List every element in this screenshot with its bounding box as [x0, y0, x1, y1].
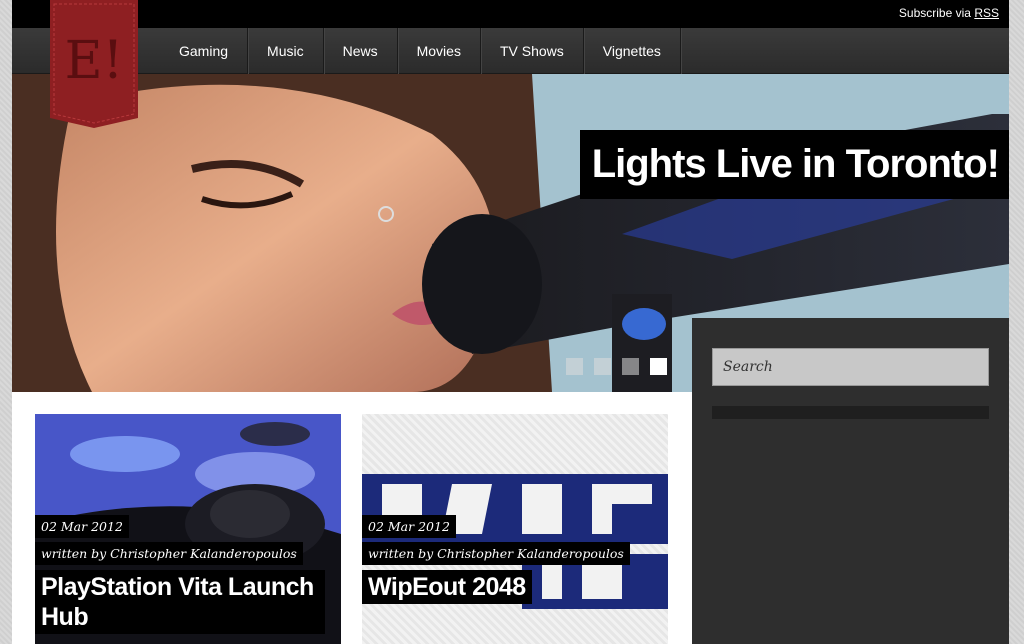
main-nav: Gaming Music News Movies TV Shows Vignet…: [12, 28, 1009, 74]
nav-item-music[interactable]: Music: [248, 28, 324, 74]
sidebar: [692, 318, 1009, 644]
post-date: 02 Mar 2012: [362, 515, 456, 538]
post-title[interactable]: PlayStation Vita Launch Hub: [35, 570, 325, 634]
nav-item-gaming[interactable]: Gaming: [160, 28, 249, 74]
logo-text: E!: [65, 31, 124, 91]
top-bar: Subscribe via RSS: [12, 0, 1009, 28]
page: Subscribe via RSS Gaming Music News Movi…: [12, 0, 1009, 644]
post-card[interactable]: 02 Mar 2012 written by Christopher Kalan…: [362, 414, 668, 644]
subscribe-area: Subscribe via RSS: [899, 6, 999, 20]
subscribe-text: Subscribe via: [898, 6, 971, 20]
nav-item-vignettes[interactable]: Vignettes: [584, 28, 681, 74]
post-list: 02 Mar 2012 written by Christopher Kalan…: [12, 392, 692, 644]
post-title[interactable]: WipEout 2048: [362, 570, 532, 604]
search-input[interactable]: [712, 348, 989, 386]
post-date: 02 Mar 2012: [35, 515, 129, 538]
site-logo[interactable]: E!: [50, 0, 138, 128]
slide-indicators: [566, 358, 667, 375]
slide-dot-2[interactable]: [594, 358, 611, 375]
hero-title[interactable]: Lights Live in Toronto!: [579, 130, 1009, 199]
post-author: written by Christopher Kalanderopoulos: [362, 542, 630, 565]
nav-item-tv-shows[interactable]: TV Shows: [481, 28, 584, 74]
post-card[interactable]: 02 Mar 2012 written by Christopher Kalan…: [35, 414, 341, 644]
slide-dot-4[interactable]: [650, 358, 667, 375]
slide-dot-1[interactable]: [566, 358, 583, 375]
nav-item-movies[interactable]: Movies: [398, 28, 481, 74]
slide-dot-3[interactable]: [622, 358, 639, 375]
rss-link[interactable]: RSS: [974, 6, 999, 20]
sidebar-divider: [712, 406, 989, 419]
post-author: written by Christopher Kalanderopoulos: [35, 542, 303, 565]
nav-item-news[interactable]: News: [324, 28, 398, 74]
